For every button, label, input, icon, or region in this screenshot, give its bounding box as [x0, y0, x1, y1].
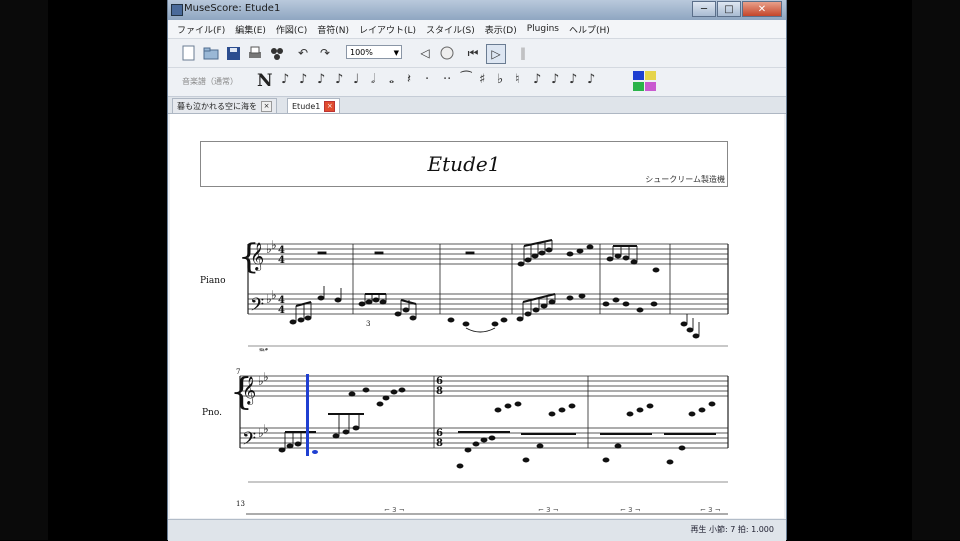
playback-cursor	[306, 374, 309, 456]
menu-layout[interactable]: レイアウト(L)	[354, 23, 421, 36]
tab-etude1[interactable]: Etude1 ×	[287, 98, 341, 113]
speaker-icon[interactable]: ◁	[416, 44, 434, 62]
pause-icon[interactable]: ‖	[514, 44, 532, 62]
zoom-select[interactable]: 100% ▼	[346, 45, 402, 59]
close-button[interactable]: ✕	[742, 1, 782, 17]
note-eighth-icon[interactable]: ♪	[335, 72, 343, 87]
menu-style[interactable]: スタイル(S)	[421, 23, 480, 36]
score-canvas[interactable]: Etude1 シュークリーム製造機 Piano Pno. 7 13 3 {𝄞 …	[170, 114, 784, 518]
score-tabs: 暮も泣かれる空に海を × Etude1 ×	[168, 97, 786, 114]
rest-icon[interactable]: 𝄽	[407, 72, 411, 87]
app-icon	[171, 4, 183, 16]
svg-text:♭: ♭	[263, 422, 269, 436]
svg-text:𝄞: 𝄞	[250, 242, 264, 271]
sharp-icon[interactable]: ♯	[479, 72, 485, 87]
menu-edit[interactable]: 編集(E)	[230, 23, 271, 36]
tab-score-1[interactable]: 暮も泣かれる空に海を ×	[172, 98, 277, 113]
redo-icon[interactable]: ↷	[316, 44, 334, 62]
menu-plugins[interactable]: Plugins	[522, 24, 564, 34]
svg-text:𝄢: 𝄢	[250, 295, 264, 320]
chevron-down-icon: ▼	[393, 49, 399, 57]
svg-text:⌐ 3 ¬: ⌐ 3 ¬	[384, 506, 405, 514]
svg-text:4: 4	[278, 255, 285, 266]
new-file-icon[interactable]	[180, 44, 198, 62]
window-title: MuseScore: Etude1	[184, 3, 281, 14]
rewind-icon[interactable]	[438, 44, 456, 62]
note-input-toolbar: 音楽譜（通常） N ♪ ♪ ♪ ♪ ♩ 𝅗𝅥 𝅝 𝄽 · ·· ⁀ ♯ ♭ ♮ …	[168, 68, 786, 97]
svg-text:♭: ♭	[263, 370, 269, 384]
flip-stem-icon[interactable]: ♪	[569, 72, 577, 87]
svg-text:𝄞: 𝄞	[242, 376, 256, 405]
natural-icon[interactable]: ♮	[515, 72, 520, 87]
note-32nd-icon[interactable]: ♪	[299, 72, 307, 87]
tab-label: Etude1	[292, 102, 321, 111]
dot-icon[interactable]: ·	[425, 72, 429, 87]
tie-icon[interactable]: ⁀	[461, 72, 471, 87]
menu-bar: ファイル(F) 編集(E) 作図(C) 音符(N) レイアウト(L) スタイル(…	[168, 20, 786, 39]
menu-help[interactable]: ヘルプ(H)	[564, 23, 615, 36]
grace-note-icon[interactable]: ♪	[533, 72, 541, 87]
voice-colors-icon[interactable]	[632, 70, 658, 96]
voice-icon[interactable]: ♪	[587, 72, 595, 87]
open-folder-icon[interactable]	[202, 44, 220, 62]
menu-file[interactable]: ファイル(F)	[172, 23, 230, 36]
tab-label: 暮も泣かれる空に海を	[177, 102, 257, 111]
mixer-icon[interactable]	[268, 44, 286, 62]
menu-notes[interactable]: 音符(N)	[312, 23, 354, 36]
note-half-icon[interactable]: 𝅗𝅥	[371, 72, 375, 87]
svg-text:4: 4	[278, 305, 285, 316]
system-2-staves	[239, 375, 729, 483]
close-icon[interactable]: ×	[324, 101, 336, 112]
svg-text:♭: ♭	[271, 238, 277, 252]
rewind-start-icon[interactable]: ⏮	[464, 44, 482, 62]
undo-icon[interactable]: ↶	[294, 44, 312, 62]
print-icon[interactable]	[246, 44, 264, 62]
note-64th-icon[interactable]: ♪	[281, 72, 289, 87]
musescore-window: MuseScore: Etude1 ─ □ ✕ ファイル(F) 編集(E) 作図…	[167, 0, 787, 541]
save-icon[interactable]	[224, 44, 242, 62]
flat-icon[interactable]: ♭	[497, 72, 503, 87]
menu-display[interactable]: 表示(D)	[480, 23, 522, 36]
menu-create[interactable]: 作図(C)	[271, 23, 312, 36]
svg-text:⌐ 3 ¬: ⌐ 3 ¬	[620, 506, 641, 514]
right-letterbox	[912, 0, 960, 540]
note-16th-icon[interactable]: ♪	[317, 72, 325, 87]
window-controls: ─ □ ✕	[691, 1, 782, 18]
minimize-button[interactable]: ─	[692, 1, 716, 17]
svg-text:⌐ 3 ¬: ⌐ 3 ¬	[700, 506, 721, 514]
play-icon[interactable]: ▷	[486, 44, 506, 64]
score-systems: { 𝄞 𝄢 ♭ ♭ ♭ ♭ 44 44 𝆮𝆯 {𝄞 𝄢 ♭ ♭ ♭ ♭ 68 …	[230, 237, 729, 515]
svg-text:⌐ 3 ¬: ⌐ 3 ¬	[538, 506, 559, 514]
double-dot-icon[interactable]: ··	[443, 72, 451, 87]
main-toolbar: ↶ ↷ 100% ▼ ◁ ⏮ ▷ ‖	[168, 39, 786, 68]
system-1-notes	[289, 239, 700, 339]
status-text: 再生 小節: 7 拍: 1.000	[690, 525, 774, 534]
left-letterbox	[0, 0, 48, 540]
title-bar[interactable]: MuseScore: Etude1 ─ □ ✕	[168, 0, 786, 20]
status-bar: 再生 小節: 7 拍: 1.000	[168, 519, 786, 541]
note-quarter-icon[interactable]: ♩	[353, 72, 359, 87]
svg-text:8: 8	[436, 438, 443, 449]
note-entry-mode-label: 音楽譜（通常）	[182, 77, 238, 86]
svg-text:♭: ♭	[271, 288, 277, 302]
close-icon[interactable]: ×	[261, 101, 272, 112]
zoom-value: 100%	[350, 48, 373, 57]
maximize-button[interactable]: □	[717, 1, 741, 17]
grace-note-2-icon[interactable]: ♪	[551, 72, 559, 87]
svg-text:𝄢: 𝄢	[242, 429, 256, 454]
svg-text:8: 8	[436, 386, 443, 397]
svg-text:𝆮𝆯: 𝆮𝆯	[258, 347, 268, 357]
note-input-button[interactable]: N	[257, 71, 273, 91]
note-whole-icon[interactable]: 𝅝	[389, 72, 394, 87]
